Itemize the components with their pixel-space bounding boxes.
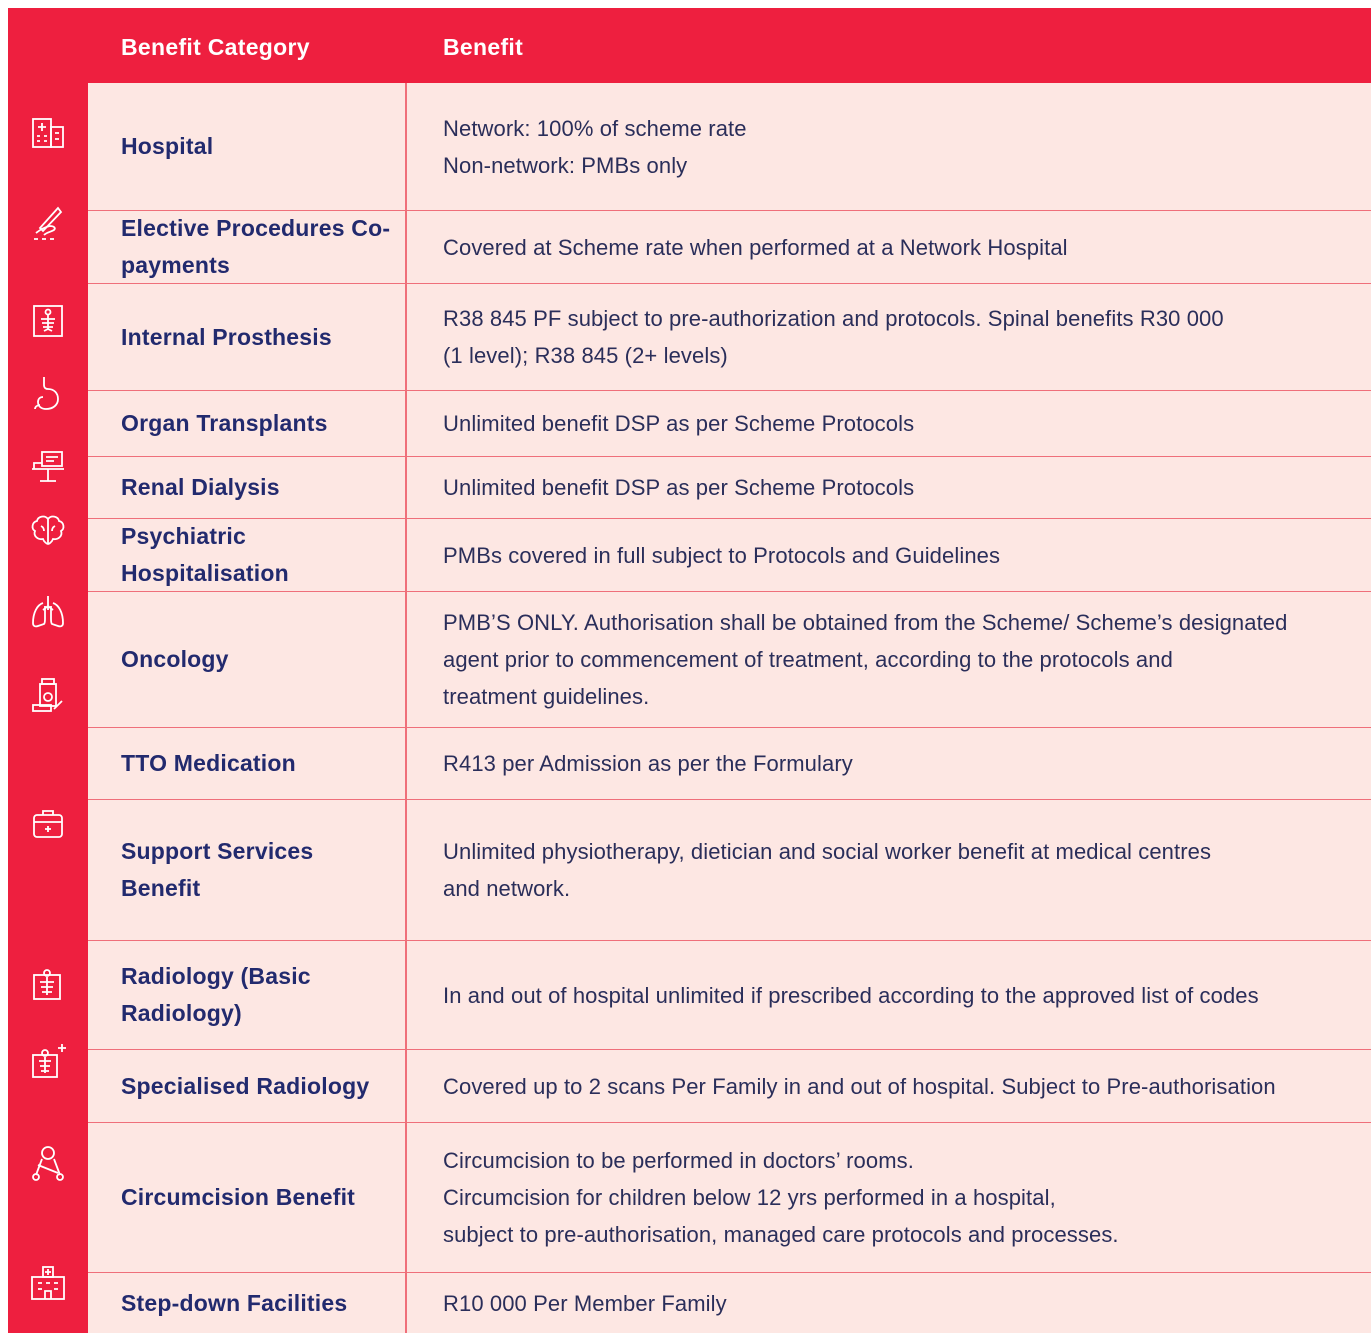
icon-column <box>8 83 88 1333</box>
benefit-category-cell: Specialised Radiology <box>121 1072 370 1099</box>
benefits-table-frame: Benefit Category Benefit Hospital Network… <box>8 8 1371 1333</box>
benefit-line: Covered up to 2 scans Per Family in and … <box>443 1073 1276 1099</box>
header-benefit-category: Benefit Category <box>121 34 310 60</box>
table-row: Internal Prosthesis R38 845 PF subject to… <box>88 284 1371 391</box>
benefit-cell: PMB’S ONLY. Authorisation shall be obtai… <box>443 592 1359 727</box>
benefit-category-cell: Internal Prosthesis <box>121 323 332 350</box>
benefit-cell: PMBs covered in full subject to Protocol… <box>443 519 1359 591</box>
benefit-line: PMB’S ONLY. Authorisation shall be obtai… <box>443 610 1288 635</box>
table-row: Step-down Facilities R10 000 Per Member F… <box>88 1273 1371 1333</box>
benefit-cell: Unlimited benefit DSP as per Scheme Prot… <box>443 457 1359 518</box>
benefit-category-cell: Oncology <box>121 646 229 672</box>
benefit-line: Network: 100% of scheme rate <box>443 115 747 141</box>
benefit-cell: Unlimited physiotherapy, dietician and s… <box>443 800 1359 940</box>
benefit-line: Unlimited physiotherapy, dietician and s… <box>443 839 1212 864</box>
benefit-cell: Circumcision to be performed in doctors’… <box>443 1123 1359 1272</box>
benefit-category-cell: Hospital <box>121 133 214 159</box>
benefit-line: R10 000 Per Member Family <box>443 1290 727 1316</box>
benefit-category-cell: TTO Medication <box>121 750 296 776</box>
benefit-line: Unlimited benefit DSP as per Scheme Prot… <box>443 411 915 436</box>
benefit-category-cell: Circumcision Benefit <box>121 1184 356 1210</box>
benefit-cell: Network: 100% of scheme rate Non-network:… <box>443 83 1359 210</box>
benefit-line: Non-network: PMBs only <box>443 152 688 178</box>
table-row: Specialised Radiology Covered up to 2 sca… <box>88 1050 1371 1123</box>
hospital-building-icon <box>26 109 70 153</box>
benefit-category-cell: Organ Transplants <box>121 410 328 436</box>
benefit-line: Unlimited benefit DSP as per Scheme Prot… <box>443 475 915 500</box>
first-aid-kit-icon <box>26 801 70 845</box>
table-row: Elective Procedures Co-payments Covered a… <box>88 211 1371 284</box>
table-row: Psychiatric Hospitalisation PMBs covered … <box>88 519 1371 592</box>
table-row: Oncology PMB’S ONLY. Authorisation shall … <box>88 592 1371 728</box>
benefit-cell: R38 845 PF subject to pre-authorization … <box>443 284 1359 390</box>
benefit-category-cell: Renal Dialysis <box>121 474 280 500</box>
benefit-cell: R413 per Admission as per the Formulary <box>443 728 1359 799</box>
benefit-line: Circumcision to be performed in doctors’… <box>443 1148 914 1173</box>
benefit-line: and network. <box>443 876 571 901</box>
table-row: Radiology (Basic Radiology) In and out of… <box>88 941 1371 1050</box>
benefit-cell: R10 000 Per Member Family <box>443 1273 1359 1333</box>
table-row: Circumcision Benefit Circumcision to be p… <box>88 1123 1371 1273</box>
benefit-line: R38 845 PF subject to pre-authorization … <box>443 306 1224 331</box>
table-row: Support Services Benefit Unlimited physio… <box>88 800 1371 941</box>
benefit-line: treatment guidelines. <box>443 684 650 709</box>
benefit-category-cell: Psychiatric Hospitalisation <box>121 523 289 586</box>
dialysis-machine-icon <box>26 445 70 489</box>
skeleton-xray-icon <box>26 299 70 343</box>
table-header: Benefit Category Benefit <box>88 8 1371 83</box>
xray-plus-icon <box>26 1039 70 1083</box>
lungs-icon <box>26 589 70 633</box>
benefit-cell: Covered up to 2 scans Per Family in and … <box>443 1050 1359 1122</box>
header-benefit: Benefit <box>443 34 524 60</box>
benefit-category-cell: Radiology (Basic Radiology) <box>121 963 311 1026</box>
benefit-category-cell: Step-down Facilities <box>121 1289 348 1316</box>
table-row: TTO Medication R413 per Admission as per … <box>88 728 1371 800</box>
benefit-line: PMBs covered in full subject to Protocol… <box>443 542 1001 568</box>
benefits-table: Hospital Network: 100% of scheme rate Non-… <box>88 83 1371 1333</box>
benefit-category-cell: Support Services Benefit <box>121 838 314 901</box>
benefit-line: subject to pre-authorisation, managed ca… <box>443 1222 1119 1247</box>
brain-icon <box>26 509 70 553</box>
facility-building-icon <box>26 1261 70 1305</box>
benefit-line: R413 per Admission as per the Formulary <box>443 751 853 776</box>
table-row: Hospital Network: 100% of scheme rate Non-… <box>88 83 1371 211</box>
benefit-cell: Unlimited benefit DSP as per Scheme Prot… <box>443 391 1359 456</box>
benefit-line: Covered at Scheme rate when performed at… <box>443 234 1068 260</box>
benefit-line: In and out of hospital unlimited if pres… <box>443 982 1259 1008</box>
benefit-line: Circumcision for children below 12 yrs p… <box>443 1185 1056 1210</box>
table-row: Organ Transplants Unlimited benefit DSP a… <box>88 391 1371 457</box>
table-row: Renal Dialysis Unlimited benefit DSP as p… <box>88 457 1371 519</box>
xray-icon <box>26 961 70 1005</box>
benefit-cell: In and out of hospital unlimited if pres… <box>443 941 1359 1049</box>
scalpel-hand-icon <box>26 201 70 245</box>
scissors-icon <box>26 1141 70 1185</box>
benefit-category-cell: Elective Procedures Co-payments <box>121 215 391 278</box>
benefit-cell: Covered at Scheme rate when performed at… <box>443 211 1359 283</box>
benefit-line: agent prior to commencement of treatment… <box>443 647 1173 672</box>
stomach-organ-icon <box>26 371 70 415</box>
medication-bottle-icon <box>26 673 70 717</box>
benefit-line: (1 level); R38 845 (2+ levels) <box>443 343 728 368</box>
